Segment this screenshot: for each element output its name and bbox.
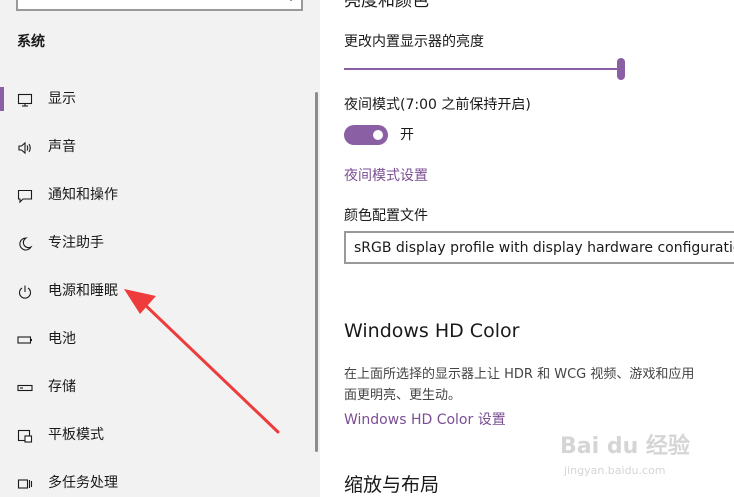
moon-icon [17, 236, 33, 252]
brightness-label: 更改内置显示器的亮度 [344, 34, 484, 50]
main-content: 亮度和颜色 更改内置显示器的亮度 夜间模式(7:00 之前保持开启) 开 夜间模… [320, 0, 734, 497]
sidebar-item-power-sleep[interactable]: 电源和睡眠 [0, 268, 320, 316]
sidebar-heading: 系统 [17, 34, 45, 50]
sidebar-item-notifications[interactable]: 通知和操作 [0, 172, 320, 220]
sidebar-item-label: 电池 [48, 331, 76, 347]
sidebar-item-label: 多任务处理 [48, 475, 118, 491]
search-icon [290, 0, 292, 1]
hd-color-title: Windows HD Color [344, 320, 520, 342]
nav-list: 显示 声音 通知和操作 专注助手 电源和睡眠 电池 存储 平板模式 多任务处理 [0, 76, 320, 497]
notification-icon [17, 188, 33, 204]
storage-icon [17, 380, 33, 396]
sidebar-item-multitasking[interactable]: 多任务处理 [0, 460, 320, 497]
monitor-icon [17, 92, 33, 108]
baidu-jingyan-watermark: Bai du 经验 jingyan.baidu.com [560, 428, 730, 488]
sidebar-item-label: 通知和操作 [48, 187, 118, 203]
power-icon [17, 284, 33, 300]
toggle-knob [373, 130, 383, 140]
night-light-toggle[interactable] [344, 125, 388, 145]
watermark-logo: Bai du 经验 [560, 434, 690, 459]
sidebar-item-label: 声音 [48, 139, 76, 155]
sidebar-item-storage[interactable]: 存储 [0, 364, 320, 412]
multitask-icon [17, 476, 33, 492]
search-input[interactable] [16, 0, 303, 11]
hd-color-description-line: 在上面所选择的显示器上让 HDR 和 WCG 视频、游戏和应用 [344, 367, 695, 382]
color-profile-dropdown[interactable]: sRGB display profile with display hardwa… [344, 231, 734, 264]
night-light-label: 夜间模式(7:00 之前保持开启) [344, 97, 531, 113]
battery-icon [17, 332, 33, 348]
night-light-settings-link[interactable]: 夜间模式设置 [344, 166, 428, 186]
slider-track [344, 68, 624, 70]
speaker-icon [17, 140, 33, 156]
brightness-slider[interactable] [344, 58, 625, 80]
sidebar-item-tablet-mode[interactable]: 平板模式 [0, 412, 320, 460]
hd-color-description: 在上面所选择的显示器上让 HDR 和 WCG 视频、游戏和应用 面更明亮、更生动… [344, 364, 734, 406]
sidebar-item-label: 显示 [48, 91, 76, 107]
scale-layout-title: 缩放与布局 [344, 474, 440, 496]
selection-indicator [0, 87, 4, 111]
sidebar-item-display[interactable]: 显示 [0, 76, 320, 124]
sidebar-item-label: 平板模式 [48, 427, 104, 443]
sidebar-item-label: 专注助手 [48, 235, 104, 251]
color-profile-label: 颜色配置文件 [344, 208, 428, 224]
sidebar-item-focus-assist[interactable]: 专注助手 [0, 220, 320, 268]
sidebar-item-label: 电源和睡眠 [48, 283, 118, 299]
sidebar-item-label: 存储 [48, 379, 76, 395]
tablet-mode-icon [17, 428, 33, 444]
sidebar: 系统 显示 声音 通知和操作 专注助手 电源和睡眠 电池 存储 平板模式 多任务… [0, 0, 320, 497]
color-profile-value: sRGB display profile with display hardwa… [354, 240, 734, 256]
hd-color-settings-link[interactable]: Windows HD Color 设置 [344, 410, 506, 430]
sidebar-item-battery[interactable]: 电池 [0, 316, 320, 364]
section-title-brightness-color: 亮度和颜色 [344, 0, 429, 11]
sidebar-item-sound[interactable]: 声音 [0, 124, 320, 172]
hd-color-description-line: 面更明亮、更生动。 [344, 388, 462, 403]
slider-thumb[interactable] [617, 58, 625, 80]
watermark-url: jingyan.baidu.com [564, 464, 666, 477]
night-light-state: 开 [400, 127, 414, 143]
sidebar-scrollbar[interactable] [315, 92, 318, 452]
